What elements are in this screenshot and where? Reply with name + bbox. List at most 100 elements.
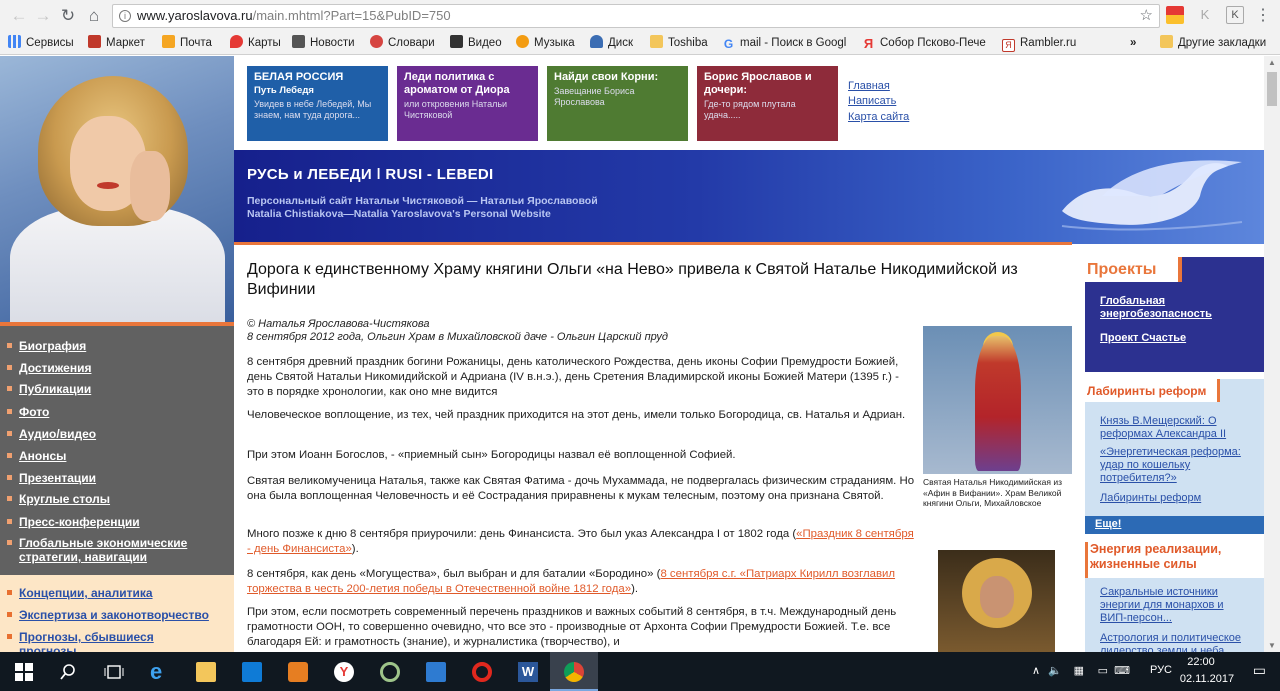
banner-lady-politics[interactable]: Леди политика с ароматом от Диора или от…	[397, 66, 538, 141]
bookmark-maps[interactable]: Карты	[230, 35, 281, 51]
paragraph-text: ).	[631, 583, 639, 595]
scroll-down-arrow-icon[interactable]: ▼	[1268, 641, 1276, 650]
extension-kaspersky-icon[interactable]: K	[1226, 6, 1244, 24]
banner-boris-yaroslavov[interactable]: Борис Ярославов и дочери: Где-то рядом п…	[697, 66, 838, 141]
bookmark-sobor[interactable]: Я Собор Псково-Пече	[862, 35, 986, 51]
bookmark-music[interactable]: Музыка	[516, 35, 575, 51]
notifications-icon[interactable]: ▭	[1253, 662, 1266, 679]
banner-text: Увидев в небе Лебедей, Мы знаем, нам туд…	[254, 99, 372, 120]
nav-photo[interactable]: Фото	[7, 405, 49, 419]
article-date: 8 сентября 2012 года, Ольгин Храм в Миха…	[247, 331, 668, 343]
info-icon[interactable]: i	[119, 10, 131, 22]
bookmark-disk[interactable]: Диск	[590, 35, 633, 51]
tray-expand-chevron-icon[interactable]: ∧	[1032, 664, 1040, 677]
home-icon[interactable]: ⌂	[83, 5, 105, 27]
scroll-up-arrow-icon[interactable]: ▲	[1268, 58, 1276, 67]
reload-icon[interactable]: ↻	[57, 5, 79, 27]
web-page: Биография Достижения Публикации Фото Ауд…	[0, 56, 1264, 652]
nav-announcements[interactable]: Анонсы	[7, 449, 66, 463]
keyboard-icon[interactable]: ⌨	[1114, 664, 1130, 677]
bookmark-star-icon[interactable]: ☆	[1140, 5, 1153, 27]
reform-meshchersky-link[interactable]: Князь В.Мещерский: О реформах Александра…	[1100, 415, 1250, 441]
network-icon[interactable]: ▦	[1074, 664, 1084, 677]
bookmark-google-search[interactable]: Gmail - Поиск в Googl	[722, 35, 847, 51]
nav-biography[interactable]: Биография	[7, 339, 86, 353]
extension-flag-icon[interactable]	[1166, 6, 1184, 24]
bookmark-news[interactable]: Новости	[292, 35, 355, 51]
bookmark-video[interactable]: Видео	[450, 35, 502, 51]
nav-press-conferences[interactable]: Пресс-конференции	[7, 515, 140, 529]
taskbar-chrome[interactable]	[550, 652, 598, 691]
energy-sacral-link[interactable]: Сакральные источники энергии для монархо…	[1100, 586, 1250, 625]
link-sitemap[interactable]: Карта сайта	[848, 111, 909, 123]
taskbar-yandex[interactable]: Y	[320, 652, 368, 691]
nav-achievements[interactable]: Достижения	[7, 361, 91, 375]
market-icon	[88, 35, 101, 48]
clock-date[interactable]: 02.11.2017	[1176, 673, 1238, 685]
address-bar[interactable]: i www.yaroslavova.ru/main.mhtml?Part=15&…	[112, 4, 1160, 28]
banner-title: Найди свои Корни:	[554, 71, 659, 83]
bookmark-label: mail - Поиск в Googl	[740, 37, 847, 49]
taskbar-mail[interactable]	[412, 652, 460, 691]
bookmark-dictionaries[interactable]: Словари	[370, 35, 435, 51]
forward-arrow-icon[interactable]: →	[32, 5, 54, 27]
other-bookmarks-folder[interactable]: Другие закладки	[1160, 35, 1266, 51]
bookmark-market[interactable]: Маркет	[88, 35, 145, 51]
nav-audio-video[interactable]: Аудио/видео	[7, 427, 96, 441]
swan-image	[1061, 160, 1243, 231]
more-link[interactable]: Еще!	[1095, 518, 1245, 531]
taskbar-explorer[interactable]	[182, 652, 230, 691]
more-bookmarks-button[interactable]: »	[1130, 35, 1136, 51]
paragraph-2: Человеческое воплощение, из тех, чей пра…	[247, 409, 906, 421]
scroll-thumb[interactable]	[1267, 72, 1277, 106]
start-button[interactable]	[0, 652, 48, 691]
saint-natalia-icon-image[interactable]	[923, 326, 1072, 474]
nav-presentations[interactable]: Презентации	[7, 471, 96, 485]
bookmark-label: Rambler.ru	[1020, 37, 1077, 49]
taskbar-opera[interactable]	[458, 652, 506, 691]
link-home[interactable]: Главная	[848, 80, 890, 92]
task-view-button[interactable]	[90, 652, 138, 691]
photo-hand	[130, 151, 170, 221]
site-subtitle-en: Natalia Chistiakova—Natalia Yaroslavova'…	[247, 208, 551, 220]
nav-publications[interactable]: Публикации	[7, 382, 91, 396]
taskbar-app-circle[interactable]	[366, 652, 414, 691]
store-icon	[242, 662, 262, 682]
taskbar-word[interactable]: W	[504, 652, 552, 691]
battery-icon[interactable]: ▭	[1098, 664, 1108, 677]
reform-labyrinths-link[interactable]: Лабиринты реформ	[1100, 492, 1250, 505]
link-write[interactable]: Написать	[848, 95, 896, 107]
video-icon	[450, 35, 463, 48]
project-happiness-link[interactable]: Проект Счастье	[1100, 332, 1250, 345]
search-button[interactable]	[44, 652, 92, 691]
nav-forecasts[interactable]: Прогнозы, сбывшиеся прогнозы	[7, 630, 207, 652]
paragraph-4: Святая великомученица Наталья, также как…	[247, 475, 915, 502]
taskbar-edge[interactable]: e	[136, 652, 184, 691]
bookmark-services[interactable]: Сервисы	[8, 35, 74, 51]
project-energy-security-link[interactable]: Глобальная энергобезопасность	[1100, 295, 1250, 321]
bookmark-toshiba[interactable]: Toshiba	[650, 35, 708, 51]
nav-concepts[interactable]: Концепции, аналитика	[7, 586, 153, 600]
chrome-icon	[564, 662, 584, 682]
taskbar-store[interactable]	[228, 652, 276, 691]
language-indicator[interactable]: РУС	[1150, 664, 1172, 676]
menu-kebab-icon[interactable]: ⋮	[1252, 5, 1274, 27]
energy-astrology-link[interactable]: Астрология и политическое лидерство земл…	[1100, 632, 1250, 652]
speaker-icon[interactable]: 🔈	[1048, 664, 1062, 677]
banner-white-russia[interactable]: БЕЛАЯ РОССИЯ Путь Лебедя Увидев в небе Л…	[247, 66, 388, 141]
bookmark-label: Собор Псково-Пече	[880, 37, 986, 49]
page-scrollbar[interactable]: ▲ ▼	[1264, 56, 1280, 652]
taskbar-media[interactable]	[274, 652, 322, 691]
saint-olga-icon-image[interactable]	[938, 550, 1055, 652]
nav-expertise[interactable]: Экспертиза и законотворчество	[7, 608, 209, 622]
nav-global-strategies[interactable]: Глобальные экономические стратегии, нави…	[7, 536, 222, 564]
clock-time[interactable]: 22:00	[1176, 656, 1226, 668]
nav-round-tables[interactable]: Круглые столы	[7, 492, 110, 506]
back-arrow-icon[interactable]: ←	[8, 5, 30, 27]
banner-find-roots[interactable]: Найди свои Корни: Завещание Бориса Яросл…	[547, 66, 688, 141]
bookmark-rambler[interactable]: Я Rambler.ru	[1002, 35, 1077, 52]
bookmark-mail[interactable]: Почта	[162, 35, 212, 51]
reform-energy-link[interactable]: «Энергетическая реформа: удар по кошельк…	[1100, 446, 1250, 485]
bookmark-label: Словари	[388, 37, 435, 49]
extension-k-icon[interactable]: K	[1196, 6, 1214, 24]
